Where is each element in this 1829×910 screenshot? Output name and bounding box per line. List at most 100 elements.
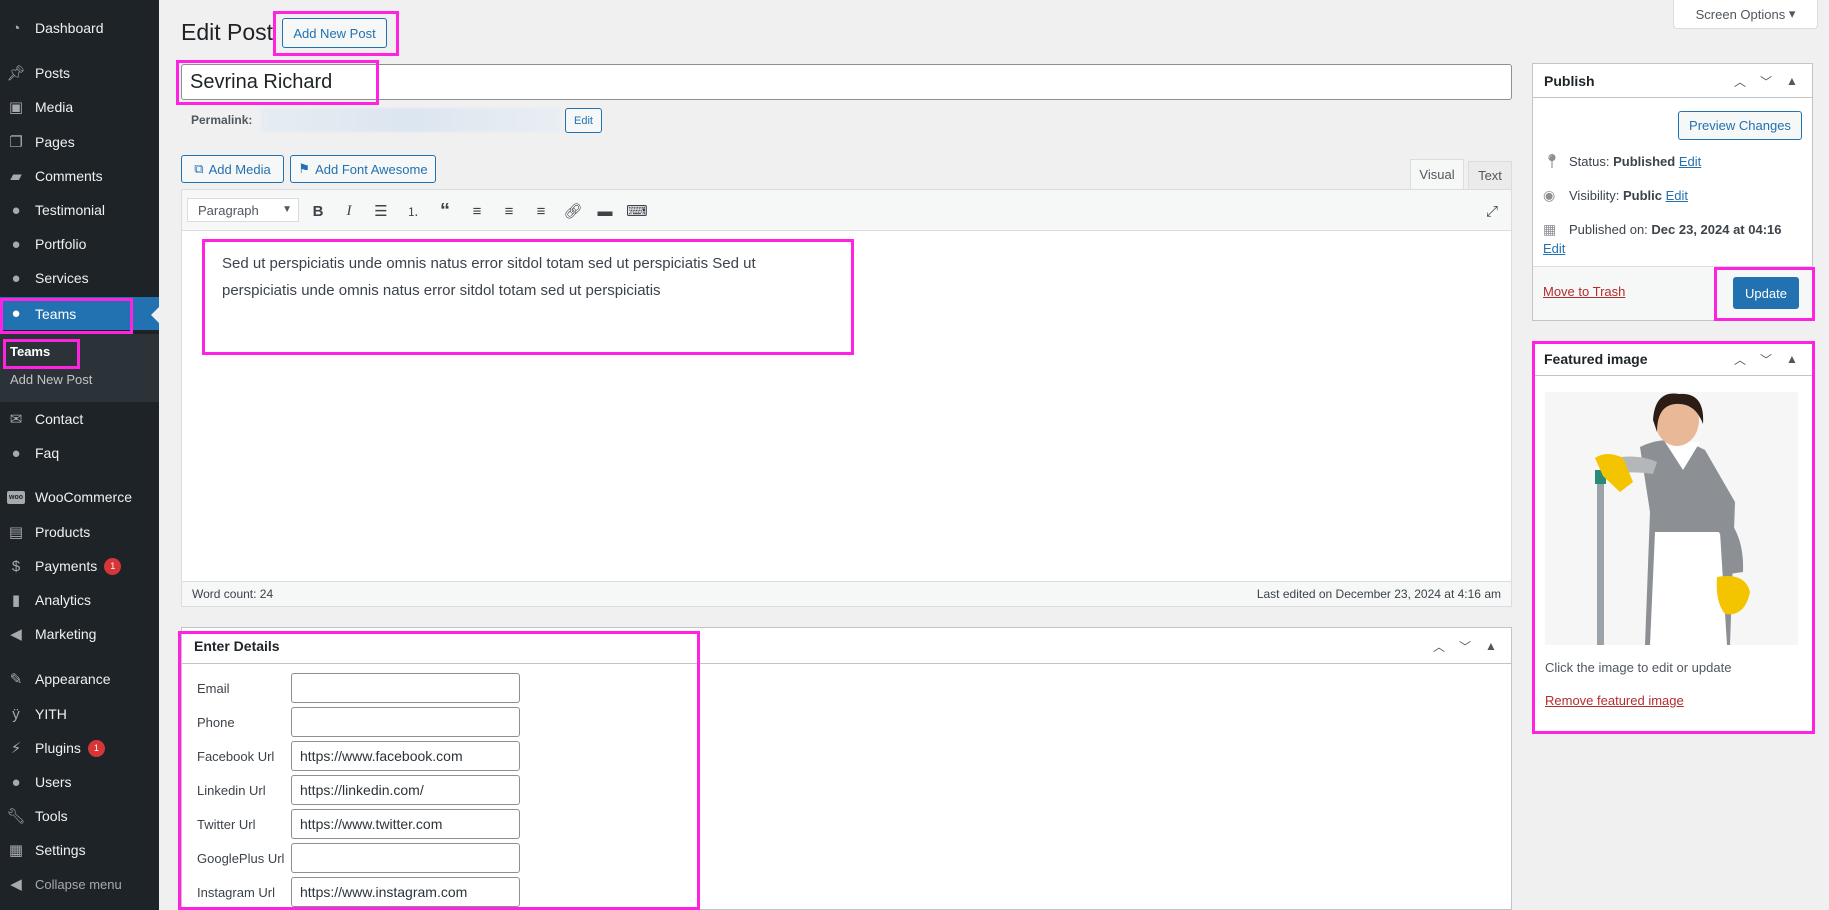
preview-changes-button[interactable]: Preview Changes (1678, 111, 1802, 140)
sidebar-item-plugins[interactable]: ⚡︎ Plugins 1 (0, 731, 159, 765)
add-media-button[interactable]: ⧉ Add Media (181, 155, 284, 183)
toggle-panel-icon[interactable]: ▲ (1782, 71, 1802, 91)
sidebar-item-users[interactable]: ● Users (0, 765, 159, 799)
sidebar-item-analytics[interactable]: ▮ Analytics (0, 583, 159, 617)
plugins-badge: 1 (87, 739, 105, 757)
format-select[interactable]: Paragraph ▼ (187, 198, 299, 222)
editor-content[interactable]: Sed ut perspiciatis unde omnis natus err… (222, 250, 832, 304)
tab-visual[interactable]: Visual (1410, 159, 1464, 189)
sidebar-item-settings[interactable]: ▦ Settings (0, 833, 159, 867)
sidebar-item-appearance[interactable]: ✎ Appearance (0, 662, 159, 696)
person-icon: ● (11, 444, 21, 462)
caret-down-icon: ▼ (282, 204, 292, 215)
chevron-up-icon[interactable]: ︿ (1730, 71, 1750, 91)
phone-field[interactable] (291, 707, 520, 737)
collapse-menu-button[interactable]: ◀ Collapse menu (0, 867, 159, 901)
remove-featured-image-link[interactable]: Remove featured image (1545, 693, 1684, 708)
sidebar-item-faq[interactable]: ● Faq (0, 436, 159, 470)
fullscreen-icon[interactable]: ⤢ (1480, 199, 1504, 223)
chevron-down-icon[interactable]: ﹀ (1756, 349, 1776, 369)
email-field[interactable] (291, 673, 520, 703)
chevron-up-icon[interactable]: ︿ (1429, 636, 1449, 656)
chevron-up-icon[interactable]: ︿ (1730, 349, 1750, 369)
sidebar-item-comments[interactable]: ▰ Comments (0, 159, 159, 193)
twitter-url-field[interactable]: https://www.twitter.com (291, 809, 520, 839)
numbered-list-icon[interactable]: ⒈ (401, 199, 425, 223)
field-row-instagram: Instagram Url https://www.instagram.com (197, 877, 520, 907)
toggle-panel-icon[interactable]: ▲ (1782, 349, 1802, 369)
sidebar-item-dashboard[interactable]: ◔ Dashboard (0, 11, 159, 45)
featured-image-photo (1545, 392, 1798, 645)
details-header: Enter Details ︿ ﹀ ▲ (182, 628, 1511, 664)
sidebar-item-woocommerce[interactable]: woo WooCommerce (0, 480, 159, 514)
submenu-item-add-new-post[interactable]: Add New Post (10, 372, 92, 387)
update-button[interactable]: Update (1733, 277, 1799, 309)
move-to-trash-link[interactable]: Move to Trash (1543, 284, 1625, 299)
add-font-awesome-button[interactable]: ⚑ Add Font Awesome (290, 155, 436, 183)
toolbar-toggle-icon[interactable]: ⌨ (625, 199, 649, 223)
googleplus-url-field[interactable] (291, 843, 520, 873)
permalink-edit-button[interactable]: Edit (565, 108, 602, 133)
page-title: Edit Post (181, 19, 274, 45)
permalink-label: Permalink: (191, 113, 253, 127)
linkedin-url-field[interactable]: https://linkedin.com/ (291, 775, 520, 805)
sidebar-item-products[interactable]: ▤ Products (0, 515, 159, 549)
tab-text[interactable]: Text (1468, 161, 1512, 189)
editor-statusbar: Word count: 24 Last edited on December 2… (182, 581, 1511, 606)
post-title-input[interactable]: Sevrina Richard (181, 64, 1512, 100)
chevron-down-icon[interactable]: ﹀ (1756, 71, 1776, 91)
align-right-icon[interactable]: ≡ (529, 199, 553, 223)
yith-icon: ÿ (12, 705, 20, 723)
submenu-item-teams[interactable]: Teams (10, 344, 50, 359)
field-row-email: Email (197, 673, 520, 703)
edit-date-link[interactable]: Edit (1543, 241, 1565, 256)
sidebar-item-teams[interactable]: ● Teams (0, 297, 159, 330)
sidebar-item-portfolio[interactable]: ● Portfolio (0, 227, 159, 261)
sidebar-item-testimonial[interactable]: ● Testimonial (0, 193, 159, 227)
visibility-row: ◉ Visibility: Public Edit (1543, 187, 1689, 203)
facebook-url-field[interactable]: https://www.facebook.com (291, 741, 520, 771)
sidebar-item-media[interactable]: ▣ Media (0, 90, 159, 124)
calendar-icon: ▦ (1543, 221, 1557, 237)
sidebar-item-services[interactable]: ● Services (0, 261, 159, 295)
brush-icon: ✎ (9, 671, 23, 688)
sidebar-item-contact[interactable]: ✉ Contact (0, 402, 159, 436)
dashboard-icon: ◔ (11, 19, 21, 37)
sidebar-item-marketing[interactable]: ◀ Marketing (0, 617, 159, 651)
edit-visibility-link[interactable]: Edit (1666, 188, 1688, 203)
align-center-icon[interactable]: ≡ (497, 199, 521, 223)
bullet-list-icon[interactable]: ☰ (369, 199, 393, 223)
screen-options-button[interactable]: Screen Options ▾ (1673, 0, 1818, 29)
featured-image[interactable] (1545, 392, 1798, 645)
caret-down-icon: ▾ (1788, 6, 1796, 21)
sidebar-item-posts[interactable]: 📌︎ Posts (0, 56, 159, 90)
pages-icon: ❐ (9, 134, 23, 151)
instagram-url-field[interactable]: https://www.instagram.com (291, 877, 520, 907)
publish-title: Publish (1544, 73, 1595, 89)
status-row: 📍︎ Status: Published Edit (1543, 153, 1702, 169)
plugin-icon: ⚡︎ (10, 740, 22, 757)
read-more-icon[interactable]: ▬ (593, 199, 617, 223)
pin-icon: 📌︎ (6, 65, 26, 82)
sidebar-item-pages[interactable]: ❐ Pages (0, 125, 159, 159)
chevron-down-icon[interactable]: ﹀ (1455, 636, 1475, 656)
blockquote-icon[interactable]: “ (433, 199, 457, 223)
link-icon[interactable]: 🔗︎ (561, 199, 585, 223)
editor-toolbar: Paragraph ▼ B I ☰ ⒈ “ ≡ ≡ ≡ 🔗︎ ▬ ⌨ ⤢ (182, 190, 1511, 231)
add-new-post-button[interactable]: Add New Post (282, 18, 387, 48)
italic-icon[interactable]: I (337, 199, 361, 223)
align-left-icon[interactable]: ≡ (465, 199, 489, 223)
word-count: Word count: 24 (192, 587, 274, 601)
archive-icon: ▤ (8, 524, 24, 541)
toggle-panel-icon[interactable]: ▲ (1481, 636, 1501, 656)
edit-status-link[interactable]: Edit (1679, 154, 1701, 169)
bold-icon[interactable]: B (306, 199, 330, 223)
mail-icon: ✉ (9, 411, 23, 428)
sidebar-item-payments[interactable]: $ Payments 1 (0, 549, 159, 583)
permalink-url-blurred[interactable] (261, 108, 561, 132)
sidebar-item-tools[interactable]: 🔧︎ Tools (0, 799, 159, 833)
payments-badge: 1 (104, 557, 122, 575)
woo-icon: woo (7, 488, 25, 506)
payment-icon: $ (11, 557, 21, 575)
sidebar-item-yith[interactable]: ÿ YITH (0, 697, 159, 731)
